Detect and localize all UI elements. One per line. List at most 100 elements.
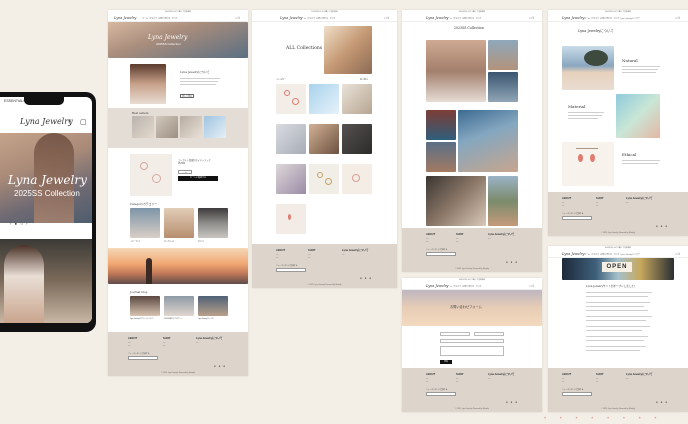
copyright: © 2025, Lyna Jewelry Powered by Shopify xyxy=(307,284,342,286)
journal-item-1-label[interactable]: Lyna Jewelryのブランドについて xyxy=(130,318,154,320)
quantity-stepper[interactable]: − 1 + xyxy=(178,170,192,174)
journal-item-1-image[interactable] xyxy=(130,296,160,316)
home-bestseller-band: Best sellers xyxy=(108,108,248,148)
site-logo[interactable]: Lyna Jewelry xyxy=(426,284,448,288)
journal-item-2-label[interactable]: 2025SS新作アクセサリー xyxy=(164,318,182,320)
product-card-1[interactable] xyxy=(276,84,306,114)
tablet-photo xyxy=(0,239,92,323)
header-icons[interactable]: ⌕ ▢ xyxy=(384,16,389,20)
newsletter-label: ニュースレターに登録する xyxy=(426,249,448,251)
site-footer: ABOUT ― ― SHOP ― ― Lyna Jewelryについて ― ニュースレター… xyxy=(548,192,688,236)
main-nav: ホーム カタログ お問い合わせ ブログ xyxy=(446,17,482,20)
journal-item-3-label[interactable]: Lyna Jewelryサイトが xyxy=(198,318,214,320)
social-icons[interactable]: ● ● ● xyxy=(656,400,668,404)
tablet-slider-dots[interactable]: ‹ ● ○ › xyxy=(10,221,28,226)
site-footer: ABOUT ― ― SHOP ― ― Lyna Jewelryについて ― ニュースレター… xyxy=(108,332,248,376)
main-nav: ホーム カタログ お問い合わせ ブログ xyxy=(446,285,482,288)
page-contact: 10000円以上のご購入で送料無料 Lyna Jewelry ホーム カタログ … xyxy=(402,278,542,412)
page-blog: 10000円以上のご購入で送料無料 Lyna Jewelry ホーム カタログ … xyxy=(548,246,688,412)
page-2025ss-collection: 10000円以上のご購入で送料無料 Lyna Jewelry ホーム カタログ … xyxy=(402,10,542,272)
social-icons[interactable]: ● ● ● xyxy=(360,276,372,280)
cart-icon[interactable]: ▢ xyxy=(80,118,87,126)
site-header: Lyna Jewelry ホーム カタログ お問い合わせ ブログ ⌕ ▢ xyxy=(402,14,542,22)
header-icons[interactable]: ⌕ ▢ xyxy=(529,16,534,20)
journal-item-3-image[interactable] xyxy=(198,296,228,316)
product-card-9[interactable] xyxy=(342,164,372,194)
header-icons[interactable]: ⌕ ▢ xyxy=(675,16,680,20)
site-footer: ABOUT ― ― SHOP ― ― Lyna Jewelryについて ― ニュースレター… xyxy=(402,368,542,412)
bestseller-product-3[interactable] xyxy=(180,116,202,138)
filter-label[interactable]: フィルター xyxy=(276,78,286,81)
footer-col-1: ABOUT ― ― xyxy=(426,373,436,384)
main-nav: ホーム カタログ お問い合わせ ブログ Lyna Jewelryについて xyxy=(584,17,641,20)
newsletter-input[interactable] xyxy=(562,392,592,396)
newsletter-input[interactable] xyxy=(426,392,456,396)
product-card-10[interactable] xyxy=(276,204,306,234)
tablet-hero: Lyna Jewelry 2025SS Collection xyxy=(0,133,92,223)
newsletter-input[interactable] xyxy=(276,268,306,272)
category-item-2-image[interactable] xyxy=(164,208,194,238)
featured-product-title: エレガント真珠付きイヤーフック xyxy=(178,160,211,162)
featured-product-image xyxy=(130,154,172,196)
site-logo[interactable]: Lyna Jewelry xyxy=(114,16,136,20)
home-about-image xyxy=(130,64,166,104)
collection-image-8 xyxy=(488,176,518,226)
social-icons[interactable]: ● ● ● xyxy=(214,364,226,368)
newsletter-input[interactable] xyxy=(426,252,456,256)
tablet-hero-title: Lyna Jewelry xyxy=(8,173,87,187)
site-logo[interactable]: Lyna Jewelry xyxy=(426,16,448,20)
phone-field[interactable] xyxy=(440,339,504,343)
footer-col-2: SHOP ― ― xyxy=(308,249,316,260)
about-detail-button[interactable]: 詳しく見る xyxy=(180,94,194,98)
message-field[interactable] xyxy=(440,346,504,356)
tablet-logo[interactable]: Lyna Jewelry xyxy=(20,117,73,126)
category-item-1-image[interactable] xyxy=(130,208,160,238)
footer-col-2: SHOP ― ― xyxy=(163,337,171,348)
footer-col-3: Lyna Jewelryについて ― xyxy=(488,373,515,380)
product-card-6[interactable] xyxy=(342,124,372,154)
social-icons[interactable]: ● ● ● xyxy=(656,224,668,228)
social-icons[interactable]: ● ● ● xyxy=(506,400,518,404)
category-item-3-label[interactable]: ピアス xyxy=(198,240,204,243)
bestseller-product-2[interactable] xyxy=(156,116,178,138)
product-card-3[interactable] xyxy=(342,84,372,114)
bestseller-product-1[interactable] xyxy=(132,116,154,138)
email-field[interactable] xyxy=(474,332,504,336)
category-item-1-label[interactable]: イヤーカフ xyxy=(130,240,140,243)
name-field[interactable] xyxy=(440,332,470,336)
footer-col-2: SHOP ― ― xyxy=(596,197,604,208)
newsletter-input[interactable] xyxy=(128,356,158,360)
product-card-8[interactable] xyxy=(309,164,339,194)
journal-item-2-image[interactable] xyxy=(164,296,194,316)
newsletter-label: ニュースレターに登録する xyxy=(426,389,448,391)
section-material-title: Material xyxy=(568,104,586,109)
footer-col-2: SHOP ― ― xyxy=(596,373,604,384)
bestseller-product-4[interactable] xyxy=(204,116,226,138)
site-logo[interactable]: Lyna Jewelry xyxy=(562,252,584,256)
product-card-4[interactable] xyxy=(276,124,306,154)
page-home: 10000円以上のご購入で送料無料 Lyna Jewelry ホーム カタログ … xyxy=(108,10,248,376)
footer-col-1: ABOUT ― ― xyxy=(562,373,572,384)
category-item-3-image[interactable] xyxy=(198,208,228,238)
add-to-cart-button[interactable]: カートに追加する xyxy=(178,176,218,181)
about-material-image xyxy=(616,94,660,138)
search-icon[interactable]: ⌕ xyxy=(68,118,72,126)
header-icons[interactable]: ⌕ ▢ xyxy=(235,16,240,20)
header-icons[interactable]: ⌕ ▢ xyxy=(529,284,534,288)
product-card-2[interactable] xyxy=(309,84,339,114)
header-icons[interactable]: ⌕ ▢ xyxy=(675,252,680,256)
site-logo[interactable]: Lyna Jewelry xyxy=(280,16,302,20)
section-ethical-title: Ethical xyxy=(622,152,637,157)
main-nav: ホーム カタログ お問い合わせ ブログ Lyna Jewelryについて xyxy=(584,253,641,256)
newsletter-input[interactable] xyxy=(562,216,592,220)
sort-label[interactable]: 並べ替え xyxy=(360,78,368,81)
product-card-5[interactable] xyxy=(309,124,339,154)
category-item-2-label[interactable]: ネックレス xyxy=(164,240,174,243)
site-logo[interactable]: Lyna Jewelry xyxy=(562,16,584,20)
newsletter-label: ニュースレターに登録する xyxy=(562,389,584,391)
social-icons[interactable]: ● ● ● xyxy=(506,260,518,264)
footer-col-2: SHOP ― ― xyxy=(456,233,464,244)
home-hero-subtitle: 2025SS Collection xyxy=(156,42,181,46)
submit-button[interactable]: 送信 xyxy=(440,360,452,364)
product-card-7[interactable] xyxy=(276,164,306,194)
